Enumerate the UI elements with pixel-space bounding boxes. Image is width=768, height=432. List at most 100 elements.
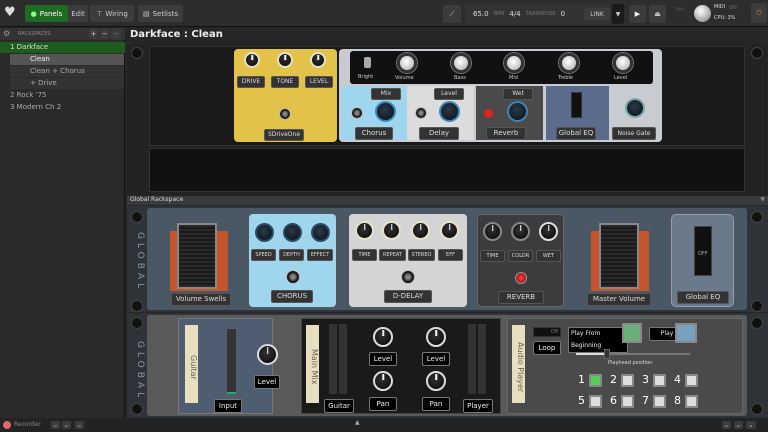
- drive-footswitch[interactable]: [279, 108, 291, 120]
- mix-level-1-knob[interactable]: [373, 327, 393, 347]
- ddelay-stereo-knob[interactable]: [411, 221, 430, 240]
- gear-icon[interactable]: ⚙: [3, 29, 10, 38]
- transport-dropdown[interactable]: ▼: [612, 4, 624, 24]
- ddelay-footswitch[interactable]: [401, 270, 415, 284]
- time-signature[interactable]: 4/4: [509, 10, 520, 18]
- loop-toggle-state: Off: [550, 329, 558, 335]
- master-volume-pedal[interactable]: [599, 223, 639, 289]
- delay-switch[interactable]: [415, 107, 427, 119]
- slot-button-7[interactable]: [653, 395, 666, 408]
- rack-panel-black-lower: [149, 148, 745, 192]
- more-options-button[interactable]: ···: [111, 29, 121, 39]
- loop-button[interactable]: Loop: [533, 341, 561, 355]
- view-button-2[interactable]: ▫: [734, 421, 743, 429]
- speed-knob[interactable]: [255, 223, 274, 242]
- play-from-beginning-button[interactable]: Play From Beginning: [568, 327, 628, 353]
- tuner-button[interactable]: ⟋: [443, 5, 461, 23]
- expand-up-icon[interactable]: ▲: [355, 419, 360, 426]
- metronome-button[interactable]: ⏏: [649, 5, 666, 23]
- edit-button[interactable]: Edit: [68, 5, 88, 22]
- view-button-1[interactable]: ▫: [722, 421, 731, 429]
- play-indicator[interactable]: [675, 323, 697, 343]
- level-knob[interactable]: [310, 52, 326, 68]
- ddelay-repeat-label: REPEAT: [379, 249, 406, 261]
- reverb-time-knob[interactable]: [483, 222, 502, 241]
- layout-button-2[interactable]: ▫: [62, 421, 71, 429]
- reverb-name: Reverb: [486, 127, 526, 140]
- reverb-color-knob[interactable]: [511, 222, 530, 241]
- delay-level-knob[interactable]: [439, 101, 460, 122]
- view-button-3[interactable]: ▫: [746, 421, 756, 429]
- global-eq-name: Global EQ: [556, 127, 596, 140]
- sidebar-variation-clean-chorus[interactable]: Clean + Chorus: [10, 66, 124, 77]
- mid-knob[interactable]: [504, 53, 524, 73]
- sidebar-item-darkface[interactable]: 1 Darkface: [0, 42, 125, 53]
- playhead-slider-thumb[interactable]: [603, 349, 610, 359]
- tone-knob[interactable]: [277, 52, 293, 68]
- drive-knob[interactable]: [244, 52, 260, 68]
- sidebar-variation-clean[interactable]: Clean: [10, 54, 124, 65]
- slot-button-5[interactable]: [589, 395, 602, 408]
- ddelay-time-knob[interactable]: [355, 221, 374, 240]
- setlists-button[interactable]: ▤ Setlists: [138, 5, 183, 22]
- reverb-led[interactable]: [515, 272, 527, 284]
- cpu-usage: CPU: 3%: [714, 15, 736, 21]
- recorder-icon[interactable]: [3, 421, 11, 429]
- playhead-slider[interactable]: [576, 349, 690, 359]
- slot-button-8[interactable]: [685, 395, 698, 408]
- bass-knob[interactable]: [451, 53, 471, 73]
- pan-1-knob[interactable]: [373, 371, 393, 391]
- wiring-button[interactable]: ⊤ Wiring: [90, 5, 134, 22]
- depth-knob[interactable]: [283, 223, 302, 242]
- chorus-mix-knob[interactable]: [375, 101, 396, 122]
- slot-button-3[interactable]: [653, 374, 666, 387]
- panels-button[interactable]: ● Panels: [25, 5, 68, 22]
- layout-button-1[interactable]: ▫: [51, 421, 60, 429]
- global-rackspace-bar[interactable]: Global Rackspace ▼: [127, 196, 768, 205]
- ddelay-eff-knob[interactable]: [440, 221, 459, 240]
- effect-knob[interactable]: [311, 223, 330, 242]
- noise-gate-knob[interactable]: [625, 98, 645, 118]
- loop-toggle[interactable]: Off: [533, 327, 561, 337]
- slot-button-6[interactable]: [621, 395, 634, 408]
- sidebar: ⚙ RACKSPACES + − ··· 1 Darkface Clean Cl…: [0, 28, 125, 418]
- sidebar-variation-drive[interactable]: + Drive: [10, 78, 124, 89]
- ddelay-repeat-knob[interactable]: [382, 221, 401, 240]
- slot-button-2[interactable]: [621, 374, 634, 387]
- chorus-switch[interactable]: [351, 107, 363, 119]
- guitar-level-knob[interactable]: [257, 344, 278, 365]
- slot-button-4[interactable]: [685, 374, 698, 387]
- global-eq-unit: Global EQ: [546, 86, 609, 140]
- sidebar-item-rock-75[interactable]: 2 Rock '75: [0, 90, 125, 101]
- remove-rackspace-button[interactable]: −: [100, 29, 109, 39]
- play-from-beginning-indicator[interactable]: [622, 323, 642, 343]
- wiring-label: Wiring: [105, 9, 128, 18]
- volume-knob[interactable]: [397, 53, 417, 73]
- chorus-footswitch[interactable]: [286, 270, 300, 284]
- transpose-value[interactable]: 0: [561, 10, 565, 18]
- sidebar-item-modern-ch2[interactable]: 3 Modern Ch 2: [0, 102, 125, 113]
- power-button[interactable]: ⏻: [751, 3, 767, 23]
- treble-knob[interactable]: [559, 53, 579, 73]
- global-eq-switch[interactable]: [571, 92, 582, 118]
- volume-swell-pedal[interactable]: [177, 223, 217, 289]
- slot-button-1[interactable]: [589, 374, 602, 387]
- pan-2-knob[interactable]: [426, 371, 446, 391]
- main-mix-section: Main Mix Level Pan Level Pan Guitar Play…: [301, 318, 501, 414]
- reverb-wet-knob[interactable]: [539, 222, 558, 241]
- recorder-label[interactable]: Recorder: [14, 421, 41, 428]
- add-rackspace-button[interactable]: +: [89, 29, 98, 39]
- play-button[interactable]: ▶: [629, 5, 646, 23]
- link-button[interactable]: LINK: [584, 8, 610, 20]
- bpm-value[interactable]: 65.0: [473, 10, 489, 18]
- master-volume-knob[interactable]: [694, 5, 711, 22]
- guitar-ribbon: Guitar: [185, 325, 198, 403]
- reverb-wet-knob[interactable]: [507, 101, 528, 122]
- layout-button-3[interactable]: ▫: [75, 421, 84, 429]
- mix-level-2-knob[interactable]: [426, 327, 446, 347]
- global-eq-switch[interactable]: OFF: [694, 226, 712, 276]
- reverb-led[interactable]: [484, 109, 493, 118]
- amp-level-knob[interactable]: [613, 53, 633, 73]
- bright-toggle[interactable]: [364, 57, 371, 68]
- collapse-icon[interactable]: ▼: [760, 196, 765, 203]
